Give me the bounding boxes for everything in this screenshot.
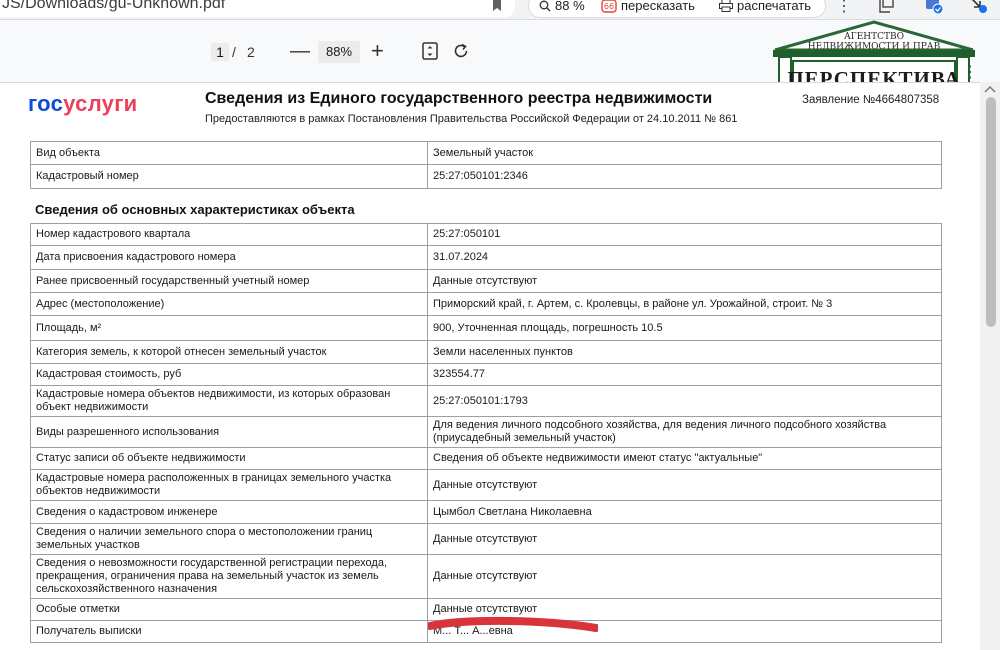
ext-retell-label: пересказать [621, 0, 695, 13]
row-label: Кадастровый номер [30, 164, 428, 189]
row-value: Данные отсутствуют [427, 523, 942, 555]
ext-retell-button[interactable]: 66 пересказать [601, 0, 695, 13]
logo-uslugi: услуги [63, 91, 138, 116]
row-label: Получатель выписки [30, 620, 428, 643]
svg-text:66: 66 [604, 2, 614, 11]
page-top-edge [0, 82, 980, 83]
row-label: Ранее присвоенный государственный учетны… [30, 269, 428, 293]
ext-zoom-label: 88 % [555, 0, 585, 13]
ext-print-button[interactable]: распечатать [719, 0, 811, 13]
gosuslugi-logo: госуслуги [28, 91, 138, 117]
row-label: Номер кадастрового квартала [30, 223, 428, 246]
printer-small-icon [719, 0, 733, 12]
redaction-mark [428, 616, 598, 632]
table-row: Сведения о кадастровом инженере Цымбол Св… [30, 500, 942, 524]
row-value: Приморский край, г. Артем, с. Кролевцы, … [427, 292, 942, 316]
rotate-icon[interactable] [452, 42, 470, 60]
table-row: Сведения о наличии земельного спора о ме… [30, 523, 942, 555]
row-label: Кадастровые номера расположенных в грани… [30, 469, 428, 501]
logo-gos: гос [28, 91, 64, 116]
row-value: Земли населенных пунктов [427, 340, 942, 364]
logo-agency-line1: АГЕНТСТВО [843, 32, 905, 42]
row-label: Вид объекта [30, 141, 428, 165]
extension-badge-icon[interactable] [925, 0, 945, 14]
browser-menu-icon[interactable]: ⋮ [836, 0, 852, 16]
row-label: Площадь, м² [30, 315, 428, 341]
table-row: Категория земель, к которой отнесен земе… [30, 340, 942, 364]
document-title: Сведения из Единого государственного рее… [205, 90, 713, 107]
row-label: Кадастровые номера объектов недвижимости… [30, 385, 428, 417]
extension-toolbar: 88 % 66 пересказать распечатать [528, 0, 826, 18]
copy-icon[interactable] [878, 0, 898, 14]
row-value: 25:27:050101:2346 [427, 164, 942, 189]
table-row: Номер кадастрового квартала 25:27:050101 [30, 223, 942, 246]
row-value: 25:27:050101 [427, 223, 942, 246]
row-label: Сведения о невозможности государственной… [30, 554, 428, 599]
logo-agency-text: АГЕНТСТВО НЕДВИЖИМОСТИ И ПРАВ [767, 32, 981, 52]
document-subtitle: Предоставляются в рамках Постановления П… [205, 113, 738, 125]
table-row: Кадастровая стоимость, руб 323554.77 [30, 363, 942, 386]
ext-zoom-button[interactable]: 88 % [539, 0, 585, 13]
table-row: Кадастровый номер 25:27:050101:2346 [30, 164, 942, 189]
row-value: 31.07.2024 [427, 245, 942, 270]
ext-print-label: распечатать [737, 0, 811, 13]
browser-address-bar: JS/Downloads/gu-Unknown.pdf 88 % 66 пере… [0, 0, 1000, 20]
table-row: Кадастровые номера расположенных в грани… [30, 469, 942, 501]
row-value: Для ведения личного подсобного хозяйства… [427, 416, 942, 448]
zoom-search-icon [539, 0, 551, 11]
row-label: Адрес (местоположение) [30, 292, 428, 316]
scrollbar-thumb[interactable] [986, 97, 996, 327]
table-row: Адрес (местоположение) Приморский край, г… [30, 292, 942, 316]
table-row: Дата присвоения кадастрового номера 31.07… [30, 245, 942, 270]
page-number-input[interactable]: 1 [211, 43, 229, 61]
table-row: Ранее присвоенный государственный учетны… [30, 269, 942, 293]
retell-icon: 66 [601, 0, 617, 13]
table-row: Вид объекта Земельный участок [30, 141, 942, 165]
fit-page-icon[interactable] [421, 42, 439, 60]
scroll-up-icon[interactable] [984, 85, 996, 93]
row-value: Цымбол Светлана Николаевна [427, 500, 942, 524]
bookmark-icon[interactable] [492, 0, 502, 11]
page-total: 2 [247, 44, 255, 60]
row-label: Особые отметки [30, 598, 428, 621]
row-value: Данные отсутствуют [427, 269, 942, 293]
statement-number: Заявление №4664807358 [802, 94, 940, 106]
zoom-in-button[interactable]: + [371, 38, 384, 64]
row-value: 323554.77 [427, 363, 942, 386]
row-label: Сведения о кадастровом инженере [30, 500, 428, 524]
table-row: Сведения о невозможности государственной… [30, 554, 942, 599]
table-row: Виды разрешенного использования Для веден… [30, 416, 942, 448]
row-value: 25:27:050101:1793 [427, 385, 942, 417]
table-row: Кадастровые номера объектов недвижимости… [30, 385, 942, 417]
row-label: Сведения о наличии земельного спора о ме… [30, 523, 428, 555]
zoom-out-button[interactable]: — [290, 40, 310, 63]
row-label: Виды разрешенного использования [30, 416, 428, 448]
row-value: Данные отсутствуют [427, 469, 942, 501]
row-value: Данные отсутствуют [427, 554, 942, 599]
page-separator: / [232, 44, 236, 60]
downloads-icon[interactable] [968, 0, 988, 14]
table-row: Площадь, м² 900, Уточненная площадь, погр… [30, 315, 942, 341]
row-value: 900, Уточненная площадь, погрешность 10.… [427, 315, 942, 341]
row-label: Кадастровая стоимость, руб [30, 363, 428, 386]
section-title: Сведения об основных характеристиках объ… [35, 202, 355, 217]
table-row: Статус записи об объекте недвижимости Све… [30, 447, 942, 470]
row-label: Дата присвоения кадастрового номера [30, 245, 428, 270]
row-label: Категория земель, к которой отнесен земе… [30, 340, 428, 364]
object-summary-table: Вид объекта Земельный участок Кадастровый… [30, 141, 942, 189]
characteristics-table: Номер кадастрового квартала 25:27:050101 … [30, 223, 942, 643]
zoom-input[interactable]: 88% [318, 41, 360, 63]
row-value: Сведения об объекте недвижимости имеют с… [427, 447, 942, 470]
url-field[interactable]: JS/Downloads/gu-Unknown.pdf [0, 0, 515, 17]
row-value: Земельный участок [427, 141, 942, 165]
row-label: Статус записи об объекте недвижимости [30, 447, 428, 470]
logo-agency-line2: НЕДВИЖИМОСТИ И ПРАВ [807, 42, 941, 52]
